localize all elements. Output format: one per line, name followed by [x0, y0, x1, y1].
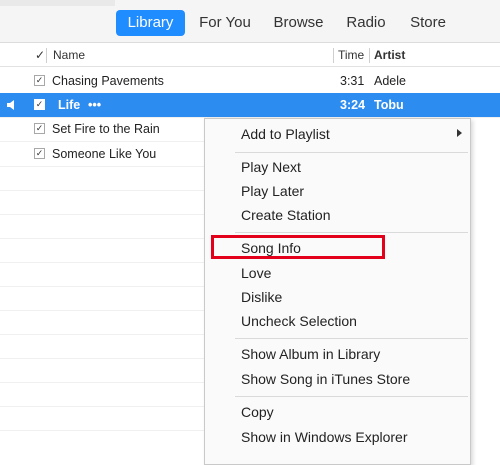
song-checkbox[interactable]: ✓ — [34, 123, 45, 134]
song-row-selected[interactable]: ✓ Life ••• 3:24 Tobu — [0, 93, 500, 118]
menu-item-show-album-in-library[interactable]: Show Album in Library — [241, 346, 380, 362]
song-row[interactable]: ✓ Set Fire to the Rain — [0, 117, 204, 142]
empty-row-line — [0, 382, 205, 383]
tab-radio[interactable]: Radio — [344, 10, 388, 36]
context-menu: Add to Playlist Play Next Play Later Cre… — [204, 118, 471, 465]
tab-for-you[interactable]: For You — [196, 10, 254, 36]
tab-library[interactable]: Library — [116, 10, 185, 36]
empty-row-line — [0, 406, 205, 407]
menu-item-love[interactable]: Love — [241, 265, 271, 281]
menu-item-play-later[interactable]: Play Later — [241, 183, 304, 199]
empty-row-line — [0, 238, 205, 239]
column-separator — [46, 48, 47, 63]
menu-item-uncheck-selection[interactable]: Uncheck Selection — [241, 313, 357, 329]
column-name-header[interactable]: Name — [53, 48, 85, 62]
song-name: Life — [58, 98, 81, 112]
top-navigation-bar: Library For You Browse Radio Store — [0, 0, 500, 43]
column-separator — [333, 48, 334, 63]
window-edge — [0, 0, 115, 6]
song-time: 3:31 — [340, 74, 365, 88]
menu-item-copy[interactable]: Copy — [241, 404, 274, 420]
menu-item-play-next[interactable]: Play Next — [241, 159, 301, 175]
column-separator — [369, 48, 370, 63]
column-check-header[interactable]: ✓ — [35, 48, 45, 62]
chevron-right-icon — [457, 129, 462, 137]
menu-item-show-song-in-itunes-store[interactable]: Show Song in iTunes Store — [241, 371, 410, 387]
menu-item-create-station[interactable]: Create Station — [241, 207, 331, 223]
song-name: Someone Like You — [52, 147, 157, 161]
empty-row-line — [0, 310, 205, 311]
menu-separator — [235, 232, 468, 233]
menu-separator — [235, 396, 468, 397]
empty-row-line — [0, 358, 205, 359]
song-time: 3:24 — [340, 98, 366, 112]
menu-item-add-to-playlist[interactable]: Add to Playlist — [241, 126, 330, 142]
empty-row-line — [0, 430, 205, 431]
song-row[interactable]: ✓ Chasing Pavements 3:31 Adele — [0, 69, 500, 94]
tab-browse[interactable]: Browse — [271, 10, 326, 36]
tab-store[interactable]: Store — [405, 10, 451, 36]
more-options-dots[interactable]: ••• — [88, 98, 101, 112]
column-header-row: ✓ Name Time Artist — [0, 45, 500, 67]
song-name: Set Fire to the Rain — [52, 122, 160, 136]
song-info-highlight-box — [211, 235, 385, 259]
song-artist: Tobu — [374, 98, 404, 112]
song-checkbox[interactable]: ✓ — [34, 148, 45, 159]
menu-separator — [235, 338, 468, 339]
column-time-header[interactable]: Time — [338, 48, 364, 62]
empty-row-line — [0, 334, 205, 335]
empty-row-line — [0, 262, 205, 263]
column-artist-header[interactable]: Artist — [374, 48, 405, 62]
song-name: Chasing Pavements — [52, 74, 164, 88]
menu-item-dislike[interactable]: Dislike — [241, 289, 282, 305]
song-checkbox[interactable]: ✓ — [34, 75, 45, 86]
song-row[interactable]: ✓ Someone Like You — [0, 142, 204, 167]
empty-row-line — [0, 214, 205, 215]
menu-item-show-in-windows-explorer[interactable]: Show in Windows Explorer — [241, 429, 408, 445]
song-artist: Adele — [374, 74, 406, 88]
song-checkbox[interactable]: ✓ — [34, 99, 45, 110]
speaker-icon — [7, 100, 14, 110]
empty-row-line — [0, 286, 205, 287]
empty-row-line — [0, 190, 205, 191]
menu-separator — [235, 152, 468, 153]
